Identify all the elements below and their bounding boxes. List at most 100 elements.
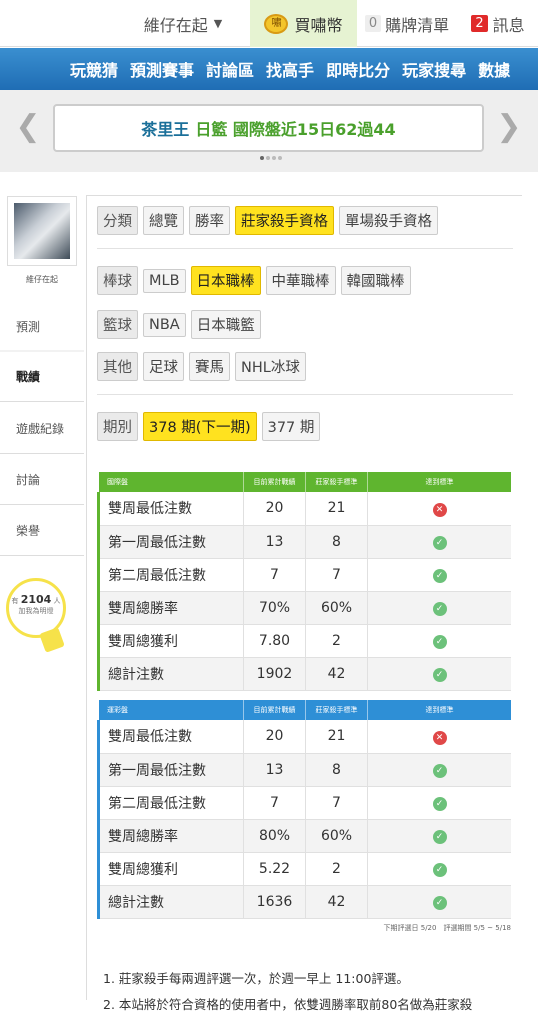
sidebar-item-honor[interactable]: 榮譽 [0,506,84,556]
carousel-dot[interactable] [272,156,276,160]
note-line: 1. 莊家殺手每兩週評選一次，於週一早上 11:00評選。 [103,971,409,986]
chevron-right-icon[interactable]: ❯ [494,108,524,146]
check-icon: ✓ [432,830,447,844]
carousel-dot[interactable] [266,156,270,160]
table-header: 達到標準 [367,700,511,720]
other-label: 其他 [97,352,138,381]
filter-horse-racing[interactable]: 賽馬 [189,352,230,381]
other-filter: 其他 足球 賽馬 NHL冰球 [97,352,306,381]
row-current: 5.22 [243,852,306,886]
filter-npb[interactable]: 日本職棒 [190,266,261,295]
fail-icon: ✕ [432,730,447,745]
sidebar-item-label: 戰績 [16,370,41,384]
filter-bleague[interactable]: 日本職籃 [190,310,261,339]
filter-overview[interactable]: 總覽 [143,206,184,235]
divider [97,394,513,395]
chevron-left-icon[interactable]: ❮ [13,108,43,146]
nav-item-live-score[interactable]: 即時比分 [320,57,396,81]
avatar-frame[interactable] [7,196,77,266]
buy-coin-label: 買嘯幣 [294,15,343,35]
row-current: 20 [243,720,306,754]
filter-kbo[interactable]: 韓國職棒 [340,266,411,295]
sidebar-item-discussion[interactable]: 討論 [0,455,84,505]
table-row: 雙周最低注數 20 21 ✕ [97,720,511,754]
check-icon: ✓ [432,569,447,583]
table-row: 第二周最低注數 7 7 ✓ [97,786,511,820]
row-standard: 42 [305,885,368,919]
rules-notes: 1. 莊家殺手每兩週評選一次，於週一早上 11:00評選。 2. 本站將於符合資… [103,966,472,1018]
filter-nhl[interactable]: NHL冰球 [235,352,306,381]
row-item: 雙周最低注數 [97,720,244,754]
nav-item-predict[interactable]: 預測賽事 [124,57,200,81]
filter-win-rate[interactable]: 勝率 [189,206,230,235]
messages-button[interactable]: 2 訊息 [458,0,538,47]
nav-item-player-search[interactable]: 玩家搜尋 [396,57,472,81]
carousel-dot[interactable] [278,156,282,160]
cart-button[interactable]: 0 購牌清單 [358,0,456,47]
banner-carousel: ❮ 茶里王 日籃 國際盤近15日62過44 ❯ [0,90,538,172]
row-standard: 42 [305,657,368,691]
sidebar-item-record[interactable]: 戰績 [0,352,84,402]
nav-item-data[interactable]: 數據 [472,57,516,81]
sidebar-item-game-log[interactable]: 遊戲紀錄 [0,404,84,454]
caret-down-icon: ▼ [213,17,223,30]
row-current: 7 [243,786,306,820]
note-line: 2. 本站將於符合資格的使用者中，依雙週勝率取前80名做為莊家殺 [103,997,473,1012]
row-item: 第二周最低注數 [97,786,244,820]
main-nav: 玩競猜 預測賽事 討論區 找高手 即時比分 玩家搜尋 數據 [0,48,538,90]
row-standard: 7 [305,558,368,592]
basketball-filter: 籃球 NBA 日本職籃 [97,310,261,339]
user-menu[interactable]: 維仔在起 ▼ [118,0,248,47]
carousel-dots [260,156,282,160]
filter-banker-killer[interactable]: 莊家殺手資格 [235,206,334,235]
table-row: 第一周最低注數 13 8 ✓ [97,525,511,559]
buy-coin-button[interactable]: 嘯 買嘯幣 [250,0,357,47]
row-standard: 7 [305,786,368,820]
top-bar: 維仔在起 ▼ 嘯 買嘯幣 0 購牌清單 2 訊息 [0,0,538,47]
sidebar-item-predict[interactable]: 預測 [0,302,84,352]
filter-soccer[interactable]: 足球 [143,352,184,381]
record-panel: 分類 總覽 勝率 莊家殺手資格 單場殺手資格 棒球 MLB 日本職棒 中華職棒 … [86,195,522,1012]
fail-icon: ✕ [432,502,447,517]
message-count-badge: 2 [471,15,488,32]
nav-item-bet[interactable]: 玩競猜 [64,57,124,81]
row-standard: 2 [305,852,368,886]
nav-item-experts[interactable]: 找高手 [260,57,320,81]
bulb-caption: 加我為明燈 [18,607,54,615]
row-current: 80% [243,819,306,853]
row-current: 7.80 [243,624,306,658]
coin-icon: 嘯 [264,13,289,34]
table-row: 總計注數 1902 42 ✓ [97,657,511,691]
table-row: 雙周總勝率 80% 60% ✓ [97,819,511,853]
row-item: 雙周總勝率 [97,591,244,625]
filter-nba[interactable]: NBA [143,312,186,337]
row-current: 20 [243,492,306,526]
check-icon: ✓ [432,602,447,616]
filter-single-killer[interactable]: 單場殺手資格 [339,206,438,235]
check-icon: ✓ [432,896,447,910]
messages-label: 訊息 [492,15,525,35]
table-header: 國際盤 [98,472,244,492]
carousel-dot[interactable] [260,156,264,160]
row-current: 13 [243,753,306,787]
row-item: 總計注數 [97,657,244,691]
row-standard: 21 [305,720,368,754]
table-header-row: 國際盤 目前累計戰績 莊家殺手標準 達到標準 [98,472,511,492]
nav-item-forum[interactable]: 討論區 [200,57,260,81]
check-icon: ✓ [432,635,447,649]
row-item: 雙周最低注數 [97,492,244,526]
period-next[interactable]: 378 期(下一期) [143,412,257,441]
row-item: 雙周總獲利 [97,852,244,886]
divider [97,248,513,249]
check-icon: ✓ [432,863,447,877]
bulb-suffix: 人 [53,597,61,605]
period-377[interactable]: 377 期 [261,412,321,441]
filter-mlb[interactable]: MLB [143,268,186,293]
intl-criteria-table: 國際盤 目前累計戰績 莊家殺手標準 達到標準 雙周最低注數 20 21 ✕ 第一… [97,472,511,691]
filter-cpbl[interactable]: 中華職棒 [265,266,336,295]
table-header: 運彩盤 [98,700,244,720]
banner-item[interactable]: 茶里王 日籃 國際盤近15日62過44 [53,104,484,152]
table-row: 雙周最低注數 20 21 ✕ [97,492,511,526]
row-item: 第二周最低注數 [97,558,244,592]
row-current: 13 [243,525,306,559]
